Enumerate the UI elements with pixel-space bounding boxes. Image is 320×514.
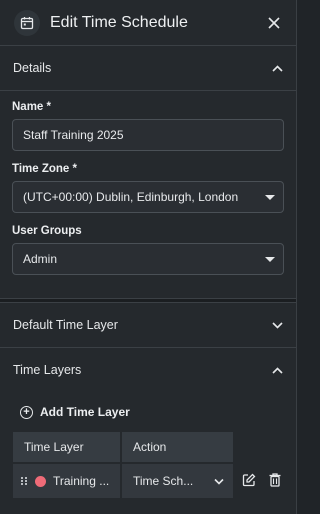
chevron-down-icon xyxy=(270,318,284,332)
details-section-header[interactable]: Details xyxy=(0,46,296,90)
close-icon[interactable] xyxy=(264,13,284,33)
default-time-layer-header[interactable]: Default Time Layer xyxy=(0,303,296,347)
details-body: Name * Staff Training 2025 Time Zone * (… xyxy=(0,101,296,275)
table-header-row: Time Layer Action xyxy=(13,432,233,462)
chevron-up-icon xyxy=(270,61,284,75)
add-time-layer-label: Add Time Layer xyxy=(40,405,130,419)
details-section-label: Details xyxy=(13,61,52,75)
delete-icon[interactable] xyxy=(267,472,283,488)
time-zone-select[interactable]: (UTC+00:00) Dublin, Edinburgh, London xyxy=(12,181,284,213)
panel-title: Edit Time Schedule xyxy=(50,13,188,31)
column-header-time-layer: Time Layer xyxy=(13,432,122,462)
name-field-label: Name * xyxy=(12,101,51,113)
divider xyxy=(0,90,296,91)
calendar-icon xyxy=(14,9,40,36)
time-zone-label: Time Zone * xyxy=(12,163,77,175)
layer-color-dot xyxy=(35,475,46,487)
caret-down-icon xyxy=(265,194,275,200)
plus-circle-icon: + xyxy=(20,405,33,419)
edit-icon[interactable] xyxy=(241,472,257,488)
name-input[interactable]: Staff Training 2025 xyxy=(12,119,284,151)
time-layers-header[interactable]: Time Layers xyxy=(0,348,296,392)
row-actions xyxy=(241,462,283,498)
action-select[interactable]: Time Sch... xyxy=(122,462,233,498)
drag-handle-icon[interactable] xyxy=(21,477,27,485)
user-groups-select[interactable]: Admin xyxy=(12,243,284,275)
caret-down-icon xyxy=(265,256,275,262)
table-row: Training ... Time Sch... xyxy=(13,462,233,498)
time-zone-value: (UTC+00:00) Dublin, Edinburgh, London xyxy=(23,190,239,204)
name-input-value: Staff Training 2025 xyxy=(23,128,124,142)
panel-header: Edit Time Schedule xyxy=(0,0,296,46)
time-layers-table: Time Layer Action Training ... Time Sch.… xyxy=(13,432,233,498)
action-value: Time Sch... xyxy=(133,474,194,488)
column-header-action: Action xyxy=(122,432,233,462)
add-time-layer-button[interactable]: + Add Time Layer xyxy=(0,392,296,432)
edit-time-schedule-panel: Edit Time Schedule Details Name * Staff … xyxy=(0,0,297,514)
default-time-layer-label: Default Time Layer xyxy=(13,318,118,332)
chevron-up-icon xyxy=(270,363,284,377)
user-groups-value: Admin xyxy=(23,252,58,266)
time-layer-name: Training ... xyxy=(53,474,110,488)
time-layers-table-wrap: Time Layer Action Training ... Time Sch.… xyxy=(0,432,296,498)
time-layers-label: Time Layers xyxy=(13,363,82,377)
user-groups-label: User Groups xyxy=(12,225,82,237)
chevron-down-icon xyxy=(205,478,233,485)
time-layer-cell[interactable]: Training ... xyxy=(13,462,122,498)
